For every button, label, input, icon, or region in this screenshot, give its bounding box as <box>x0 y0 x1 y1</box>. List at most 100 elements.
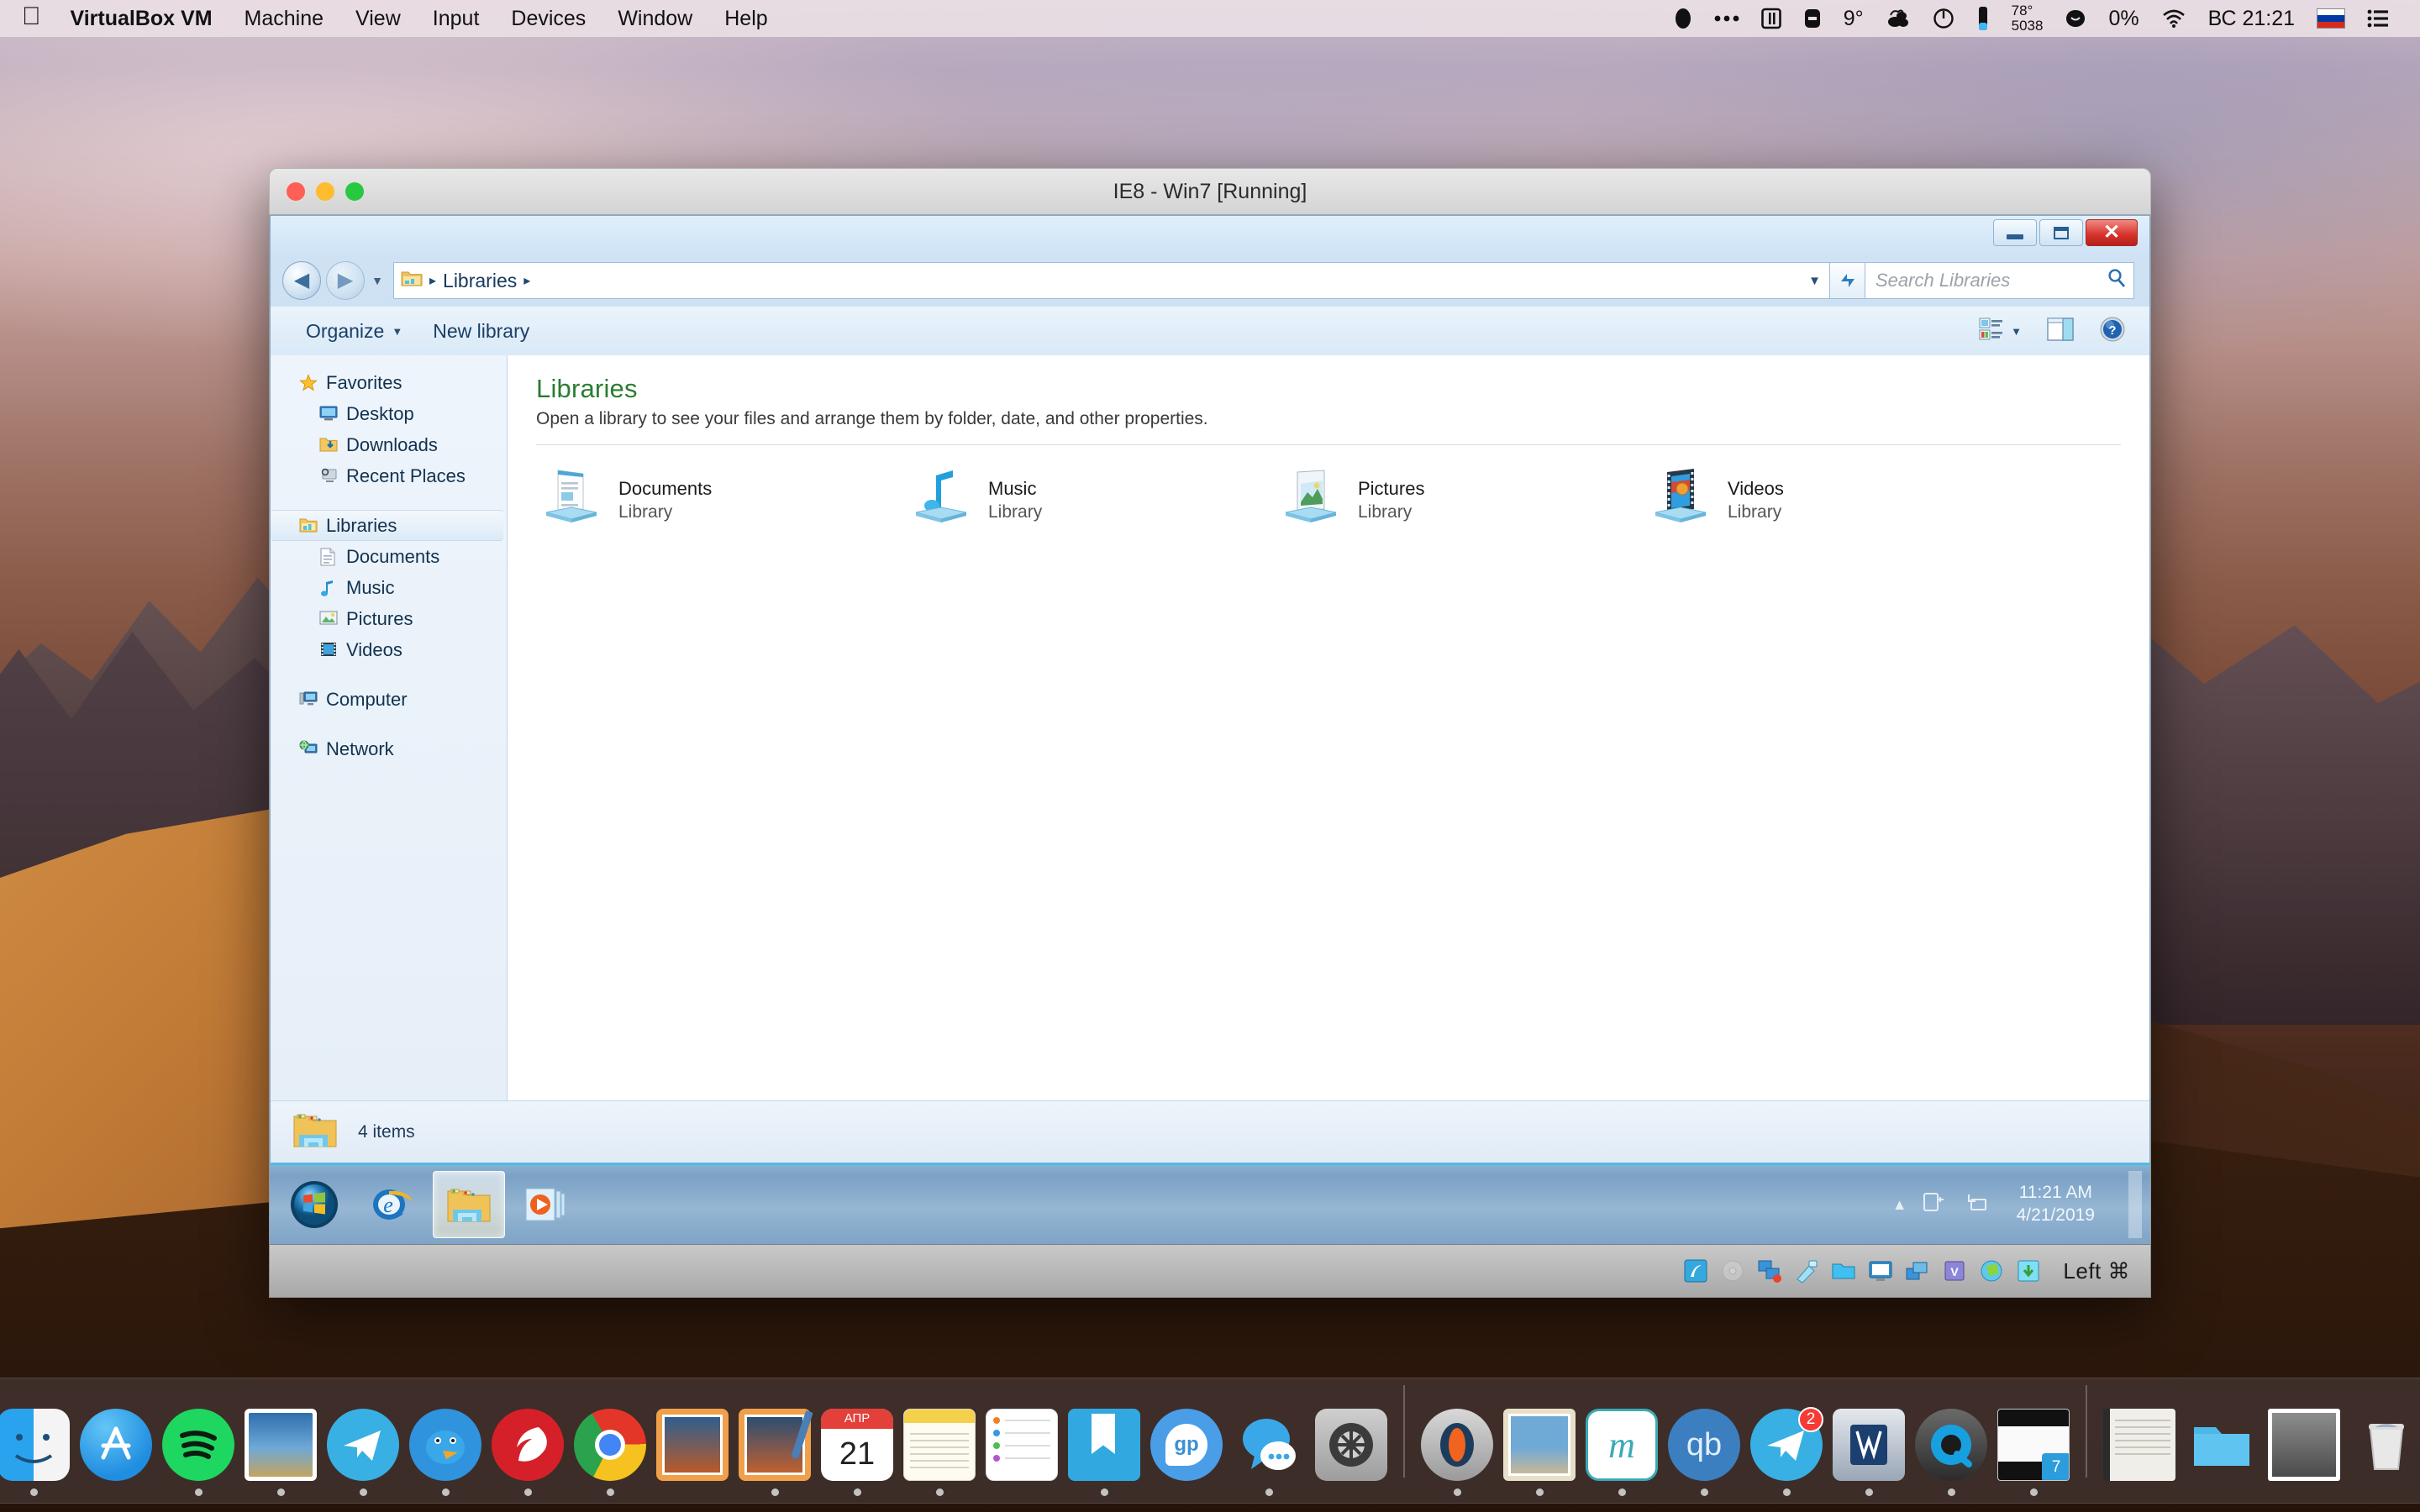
vm-screen[interactable]: ✕ ◀ ▶ ▼ ▸ Libraries ▸ ▼ Search Libraries… <box>269 215 2151 1244</box>
virtualbox-vm-window[interactable]: IE8 - Win7 [Running] ✕ ◀ ▶ ▼ ▸ Libraries… <box>269 168 2151 1298</box>
control-center-icon[interactable] <box>2356 9 2400 28</box>
keyboard-icon[interactable] <box>1750 8 1792 29</box>
dock-item-firefox[interactable] <box>489 1409 566 1496</box>
video-capture-icon[interactable] <box>1905 1258 1930 1284</box>
taskbar-windows-media-player[interactable] <box>510 1171 582 1238</box>
sidebar-item-music[interactable]: Music <box>271 572 507 603</box>
taskbar-windows-explorer[interactable] <box>433 1171 505 1238</box>
sidebar-item-downloads[interactable]: Downloads <box>271 429 507 460</box>
sidebar-item-favorites[interactable]: Favorites <box>271 367 507 398</box>
weather-cloud-icon[interactable] <box>1875 8 1922 29</box>
dock-item-recent-image[interactable] <box>2265 1409 2343 1496</box>
forward-button[interactable]: ▶ <box>326 261 365 300</box>
input-language-flag-icon[interactable] <box>2306 8 2356 29</box>
dock-item-gpgmail[interactable]: gp <box>1148 1409 1225 1496</box>
mouse-integration-icon[interactable] <box>1979 1258 2004 1284</box>
sidebar-item-recent-places[interactable]: Recent Places <box>271 460 507 491</box>
menu-app-name[interactable]: VirtualBox VM <box>55 0 229 37</box>
menu-machine[interactable]: Machine <box>229 0 340 37</box>
dock-item-spotify[interactable] <box>160 1409 237 1496</box>
hard-disk-icon[interactable] <box>1683 1258 1708 1284</box>
explorer-close-button[interactable]: ✕ <box>2086 219 2138 246</box>
dock-item-telegram-desktop[interactable]: 2 <box>1748 1407 1825 1496</box>
windows-explorer-window[interactable]: ✕ ◀ ▶ ▼ ▸ Libraries ▸ ▼ Search Libraries… <box>270 215 2150 1163</box>
dock-item-reminders[interactable] <box>983 1409 1060 1496</box>
dock-item-finder[interactable] <box>0 1409 72 1496</box>
vbox-title-bar[interactable]: IE8 - Win7 [Running] <box>269 168 2151 215</box>
dock-item-downloads-folder[interactable] <box>2183 1409 2260 1496</box>
timer-icon[interactable] <box>1922 8 1965 29</box>
breadcrumb-separator-trailing[interactable]: ▸ <box>523 272 530 289</box>
search-input[interactable]: Search Libraries <box>1865 262 2134 299</box>
dock-item-notes[interactable] <box>901 1409 978 1496</box>
dock-item-trash[interactable] <box>2348 1409 2420 1496</box>
dock-item-documents-stack[interactable] <box>2101 1409 2178 1496</box>
optical-disk-icon[interactable] <box>1720 1258 1745 1284</box>
sidebar-item-documents[interactable]: Documents <box>271 541 507 572</box>
menubar-clock[interactable]: ВС 21:21 <box>2197 0 2306 37</box>
recent-pages-dropdown[interactable]: ▼ <box>368 274 387 287</box>
menu-input[interactable]: Input <box>417 0 496 37</box>
explorer-address-row[interactable]: ◀ ▶ ▼ ▸ Libraries ▸ ▼ Search Libraries <box>271 255 2149 307</box>
usb-icon[interactable] <box>1794 1258 1819 1284</box>
dock-item-google-chrome[interactable] <box>571 1409 649 1496</box>
navigation-pane[interactable]: Favorites Desktop Downloads Recent Place… <box>271 355 508 1100</box>
macos-dock[interactable]: АПР 21 gp m qb 2 7 <box>0 1378 2420 1504</box>
taskbar-clock[interactable]: 11:21 AM 4/21/2019 <box>2003 1182 2108 1227</box>
taskbar-internet-explorer[interactable]: e <box>355 1171 428 1238</box>
library-item-documents[interactable]: Documents Library <box>536 465 906 530</box>
virtualization-icon[interactable]: V <box>1942 1258 1967 1284</box>
menu-devices[interactable]: Devices <box>495 0 602 37</box>
tray-overflow-button[interactable]: ▲ <box>1892 1196 1907 1214</box>
dock-item-system-preferences[interactable] <box>1313 1409 1390 1496</box>
system-tray[interactable]: ▲ 11:21 AM 4/21/2019 <box>1892 1171 2150 1238</box>
show-desktop-button[interactable] <box>2128 1171 2142 1238</box>
dock-item-marked[interactable]: m <box>1583 1409 1660 1496</box>
view-chevron-down-icon[interactable]: ▼ <box>2011 325 2022 338</box>
dock-item-telegram[interactable] <box>324 1409 402 1496</box>
dock-item-virtualbox[interactable] <box>1830 1409 1907 1496</box>
thermometer-icon[interactable] <box>1965 6 2001 31</box>
dock-item-opera[interactable] <box>1418 1409 1496 1496</box>
library-item-music[interactable]: Music Library <box>906 465 1276 530</box>
explorer-caption-bar[interactable]: ✕ <box>271 216 2149 255</box>
windows-taskbar[interactable]: e ▲ 11:21 AM 4/21/2019 <box>270 1163 2150 1244</box>
explorer-view-controls[interactable]: ▼ ? <box>1972 312 2133 351</box>
sidebar-item-network[interactable]: Network <box>271 733 507 764</box>
dock-item-mail[interactable] <box>242 1409 319 1496</box>
dock-item-parallels-window[interactable]: 7 <box>1995 1409 2072 1496</box>
battery-widget-icon[interactable] <box>1792 8 1833 29</box>
address-bar[interactable]: ▸ Libraries ▸ ▼ <box>393 262 1830 299</box>
dropbox-icon[interactable] <box>2054 8 2097 29</box>
menu-help[interactable]: Help <box>708 0 783 37</box>
dock-item-calendar[interactable]: АПР 21 <box>818 1409 896 1496</box>
menu-view[interactable]: View <box>339 0 417 37</box>
temperature-indicator[interactable]: 9° <box>1833 0 1875 37</box>
dock-item-ibooks[interactable] <box>1065 1409 1143 1496</box>
keyboard-capture-icon[interactable] <box>2016 1258 2041 1284</box>
explorer-command-bar[interactable]: Organize ▼ New library ▼ ? <box>271 307 2149 355</box>
dock-item-qbittorrent[interactable]: qb <box>1665 1409 1743 1496</box>
explorer-maximize-button[interactable] <box>2039 219 2083 246</box>
dock-item-messages[interactable] <box>1230 1409 1307 1496</box>
explorer-window-controls[interactable]: ✕ <box>1993 219 2138 246</box>
library-item-videos[interactable]: Videos Library <box>1645 465 2015 530</box>
dock-item-twitter[interactable] <box>407 1409 484 1496</box>
search-icon[interactable] <box>2107 268 2127 293</box>
library-items-grid[interactable]: Documents Library Music Library Pictures… <box>536 445 2121 530</box>
windows-start-orb[interactable] <box>278 1171 350 1238</box>
ellipsis-icon[interactable] <box>1703 14 1750 23</box>
dock-item-photo-viewer[interactable] <box>1501 1409 1578 1496</box>
library-item-pictures[interactable]: Pictures Library <box>1276 465 1645 530</box>
vbox-status-bar[interactable]: V Left ⌘ <box>269 1244 2151 1298</box>
menu-window[interactable]: Window <box>602 0 708 37</box>
action-center-icon[interactable] <box>1923 1190 1948 1220</box>
breadcrumb-libraries[interactable]: Libraries <box>443 270 517 292</box>
dock-item-preview[interactable] <box>736 1409 813 1496</box>
sidebar-item-desktop[interactable]: Desktop <box>271 398 507 429</box>
dock-item-app-store[interactable] <box>77 1409 155 1496</box>
apple-logo-icon[interactable]:  <box>22 3 55 34</box>
new-library-button[interactable]: New library <box>418 315 544 348</box>
dock-item-quicktime-player[interactable] <box>1912 1409 1990 1496</box>
organize-menu-button[interactable]: Organize ▼ <box>291 315 418 348</box>
